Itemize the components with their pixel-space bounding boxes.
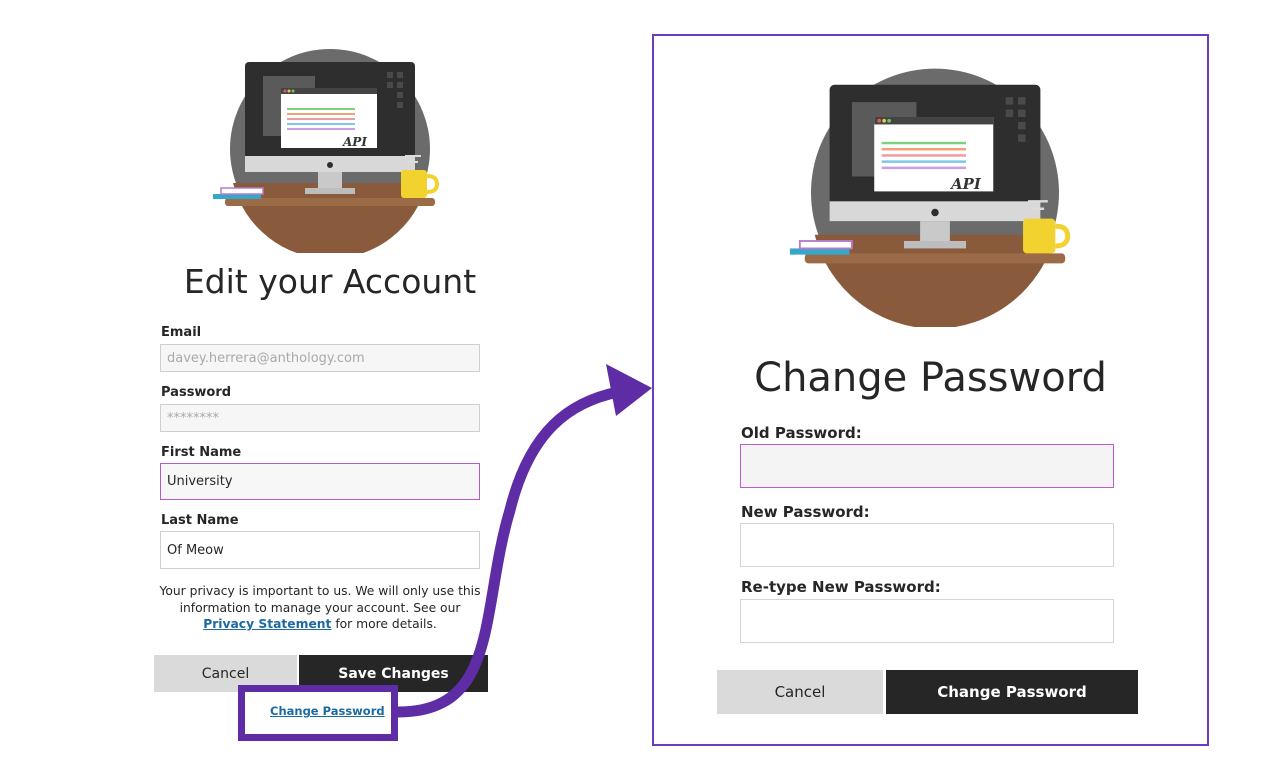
change-password-cancel-button[interactable]: Cancel [717, 670, 883, 714]
illustration-api-text-right: API [949, 175, 982, 193]
old-password-label: Old Password: [741, 424, 862, 442]
edit-account-title: Edit your Account [183, 262, 477, 301]
retype-password-field[interactable] [740, 599, 1114, 643]
new-password-field[interactable] [740, 523, 1114, 567]
privacy-statement-link[interactable]: Privacy Statement [203, 617, 331, 631]
illustration-api-text-left: API [342, 135, 367, 149]
api-illustration-right: API [789, 68, 1071, 327]
old-password-field[interactable] [740, 444, 1114, 488]
password-label: Password [161, 385, 232, 400]
api-illustration-left: API [213, 49, 440, 253]
change-password-submit-button[interactable]: Change Password [886, 670, 1138, 714]
first-name-label: First Name [161, 445, 242, 460]
annotation-arrow [392, 364, 652, 718]
retype-password-label: Re-type New Password: [741, 578, 941, 596]
change-password-link[interactable]: Change Password [270, 704, 385, 718]
email-label: Email [161, 325, 202, 340]
last-name-label: Last Name [161, 513, 239, 528]
change-password-title: Change Password [754, 355, 1107, 401]
new-password-label: New Password: [741, 503, 870, 521]
